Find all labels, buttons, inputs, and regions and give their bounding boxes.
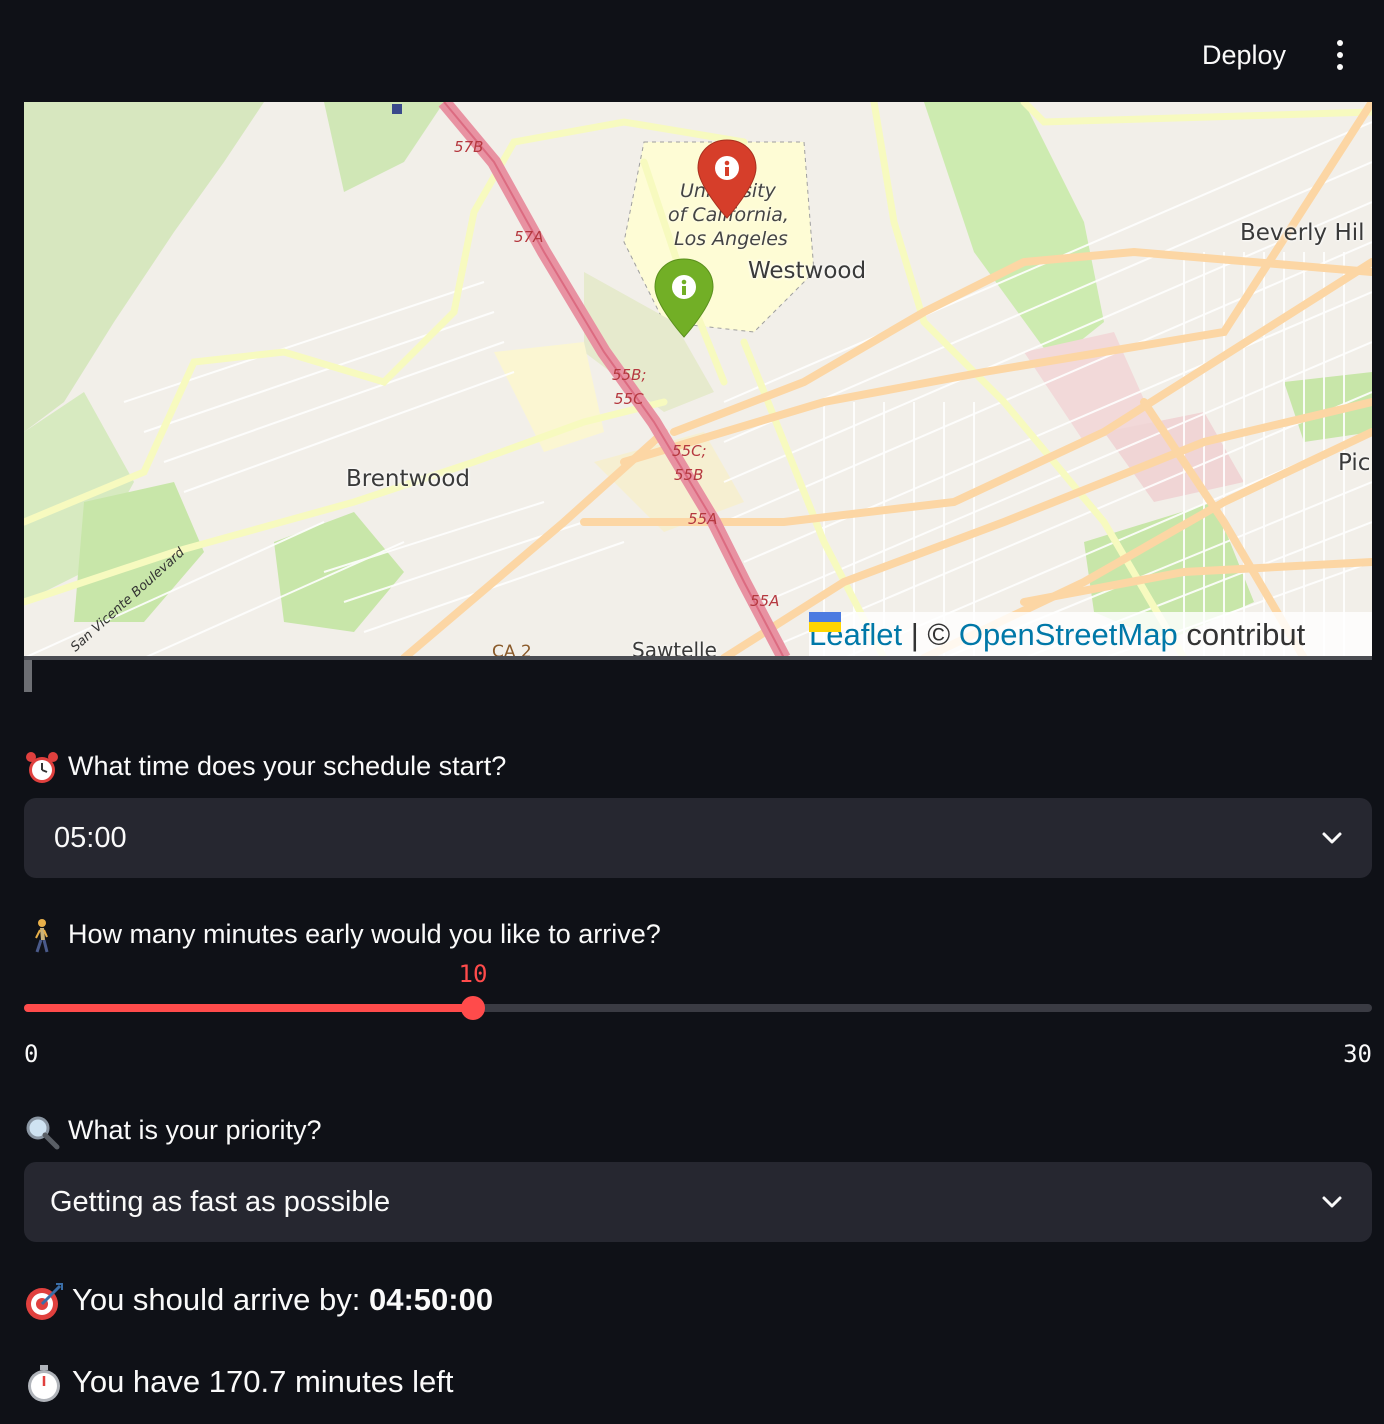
main-menu-button[interactable] xyxy=(1318,34,1362,76)
map-exit-55a-1: 55A xyxy=(688,510,718,528)
minutes-early-slider[interactable]: 10 0 30 xyxy=(24,960,1372,1070)
openstreetmap-link[interactable]: OpenStreetMap xyxy=(959,617,1178,652)
minutes-left-result: You have 170.7 minutes left xyxy=(24,1360,453,1404)
magnifying-glass-icon xyxy=(26,1116,60,1150)
map-pin-icon xyxy=(697,139,757,219)
map-bottom-border xyxy=(24,656,1372,660)
copyright-symbol: © xyxy=(927,617,951,652)
slider-fill xyxy=(24,1004,473,1012)
map-label-beverly-hills: Beverly Hil xyxy=(1240,220,1365,246)
priority-label-text: What is your priority? xyxy=(68,1115,322,1145)
minutes-left-text: You have 170.7 minutes left xyxy=(72,1364,454,1399)
map-label-sawtelle: Sawtelle xyxy=(632,638,717,658)
deploy-button[interactable]: Deploy xyxy=(1190,34,1298,76)
vertical-ellipsis-icon-dot xyxy=(1337,64,1343,70)
map-label-westwood: Westwood xyxy=(748,258,867,284)
schedule-label-text: What time does your schedule start? xyxy=(68,751,507,781)
map-exit-55c-55b-2: 55B xyxy=(674,466,704,484)
arrive-by-result: You should arrive by: 04:50:00 xyxy=(24,1278,493,1322)
attribution-contributors: contribut xyxy=(1186,617,1306,652)
ukraine-flag-icon xyxy=(809,612,841,632)
schedule-label: What time does your schedule start? xyxy=(24,746,506,786)
minutes-early-label: How many minutes early would you like to… xyxy=(24,914,661,954)
map-marker-destination[interactable] xyxy=(696,138,758,220)
chevron-down-icon xyxy=(1322,1196,1342,1208)
vertical-ellipsis-icon-dot xyxy=(1337,52,1343,58)
slider-min-label: 0 xyxy=(24,1040,39,1068)
arrive-by-prefix: You should arrive by: xyxy=(72,1282,369,1317)
vertical-ellipsis-icon xyxy=(1337,40,1343,46)
slider-thumb[interactable] xyxy=(461,996,485,1020)
stopwatch-icon xyxy=(28,1364,60,1402)
map-exit-57b: 57B xyxy=(454,138,484,156)
map-marker-origin[interactable] xyxy=(653,257,715,339)
chevron-down-icon xyxy=(1322,832,1342,844)
schedule-time-value: 05:00 xyxy=(54,822,127,854)
priority-label: What is your priority? xyxy=(24,1110,322,1150)
alarm-clock-icon xyxy=(26,751,58,783)
slider-current-value: 10 xyxy=(458,960,488,988)
priority-select[interactable]: Getting as fast as possible xyxy=(24,1162,1372,1242)
map-pin-icon xyxy=(654,258,714,338)
priority-value: Getting as fast as possible xyxy=(50,1186,391,1218)
map-label-campus-3: Los Angeles xyxy=(674,228,788,250)
app-header: Deploy xyxy=(0,0,1384,102)
schedule-time-select[interactable]: 05:00 xyxy=(24,798,1372,878)
map-exit-57a: 57A xyxy=(514,228,544,246)
arrive-by-time: 04:50:00 xyxy=(368,1282,494,1317)
map-exit-55b-55c: 55B; xyxy=(612,366,647,384)
map-exit-55c: 55C xyxy=(614,390,644,408)
map-exit-55c-55b-1: 55C; xyxy=(672,442,707,460)
slider-max-label: 30 xyxy=(1343,1040,1372,1068)
map-resize-handle[interactable] xyxy=(24,660,32,692)
direct-hit-icon xyxy=(26,1282,63,1320)
map-attribution: Leaflet | © OpenStreetMap contribut xyxy=(809,612,1372,658)
map-label-pico: Pic xyxy=(1338,450,1371,476)
leaflet-map[interactable]: Westwood Brentwood Beverly Hil Pic Sawte… xyxy=(24,102,1372,658)
map-label-brentwood: Brentwood xyxy=(346,466,471,492)
attribution-separator: | xyxy=(910,617,919,652)
person-walking-icon xyxy=(35,918,49,953)
minutes-early-label-text: How many minutes early would you like to… xyxy=(68,919,661,949)
map-exit-55a-2: 55A xyxy=(750,592,780,610)
